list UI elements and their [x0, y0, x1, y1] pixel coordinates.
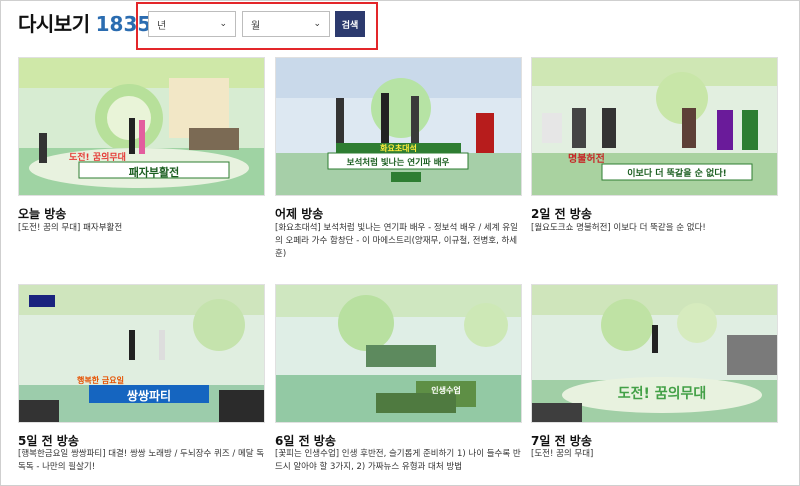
episode-description[interactable]: [도전! 꿈의 무대] 패자부활전: [18, 222, 265, 235]
episode-description[interactable]: [행복한금요일 쌍쌍파티] 대결! 쌍쌍 노래방 / 두뇌장수 퀴즈 / 메달 …: [18, 448, 265, 474]
search-filter-box: 년 ⌄ 월 ⌄ 검색: [136, 2, 378, 50]
episode-title[interactable]: 2일 전 방송: [531, 205, 592, 222]
episode-thumbnail[interactable]: 행복한 금요일 쌍쌍파티: [18, 284, 265, 423]
episode-thumbnail[interactable]: 도전! 꿈의무대: [531, 284, 778, 423]
episode-title[interactable]: 7일 전 방송: [531, 432, 592, 449]
thumbnail-tag: 행복한 금요일: [77, 376, 124, 385]
episode-title[interactable]: 어제 방송: [275, 205, 323, 222]
page-header: 다시보기 1835: [18, 8, 151, 38]
episode-card[interactable]: 명불허전 이보다 더 뚝같을 순 없다!: [531, 57, 778, 196]
search-button[interactable]: 검색: [335, 11, 365, 37]
episode-thumbnail[interactable]: 인생수업: [275, 284, 522, 423]
month-select-label: 월: [251, 20, 261, 32]
thumbnail-caption: 쌍쌍파티: [126, 389, 172, 403]
thumbnail-caption: 이보다 더 뚝같을 순 없다!: [627, 169, 727, 179]
thumbnail-caption: 도전! 꿈의무대: [617, 386, 707, 402]
thumbnail-caption: 패자부활전: [128, 166, 180, 179]
thumbnail-caption: 보석처럼 빛나는 연기파 배우: [346, 158, 450, 168]
page-title: 다시보기: [18, 12, 90, 36]
thumbnail-tag: 명불허전: [568, 154, 605, 165]
episode-card[interactable]: 도전! 꿈의무대: [531, 284, 778, 423]
thumbnail-tag: 도전! 꿈의무대: [69, 153, 126, 163]
episode-thumbnail[interactable]: 화요초대석 보석처럼 빛나는 연기파 배우: [275, 57, 522, 196]
chevron-down-icon: ⌄: [313, 19, 321, 29]
episode-card[interactable]: 인생수업: [275, 284, 522, 423]
episode-card[interactable]: 화요초대석 보석처럼 빛나는 연기파 배우: [275, 57, 522, 196]
thumbnail-caption: 인생수업: [431, 386, 461, 395]
episode-thumbnail[interactable]: 패자부활전 도전! 꿈의무대: [18, 57, 265, 196]
episode-thumbnail[interactable]: 명불허전 이보다 더 뚝같을 순 없다!: [531, 57, 778, 196]
episode-title[interactable]: 6일 전 방송: [275, 432, 336, 449]
episode-description[interactable]: [월요도크쇼 명불허전] 이보다 더 뚝같을 순 없다!: [531, 222, 781, 235]
chevron-down-icon: ⌄: [219, 19, 227, 29]
year-select[interactable]: 년 ⌄: [148, 11, 236, 37]
thumbnail-tag: 화요초대석: [380, 144, 417, 153]
episode-description[interactable]: [꽃피는 인생수업] 인생 후반전, 슬기롭게 준비하기 1) 나이 들수록 반…: [275, 448, 525, 474]
year-select-label: 년: [157, 20, 167, 32]
episode-description[interactable]: [도전! 꿈의 무대]: [531, 448, 781, 461]
episode-description[interactable]: [화요초대석] 보석처럼 빛나는 연기파 배우 - 정보석 배우 / 세계 유일…: [275, 222, 522, 261]
episode-title[interactable]: 5일 전 방송: [18, 432, 79, 449]
episode-card[interactable]: 행복한 금요일 쌍쌍파티: [18, 284, 265, 423]
episode-title[interactable]: 오늘 방송: [18, 205, 66, 222]
episode-card[interactable]: 패자부활전 도전! 꿈의무대: [18, 57, 265, 196]
month-select[interactable]: 월 ⌄: [242, 11, 330, 37]
